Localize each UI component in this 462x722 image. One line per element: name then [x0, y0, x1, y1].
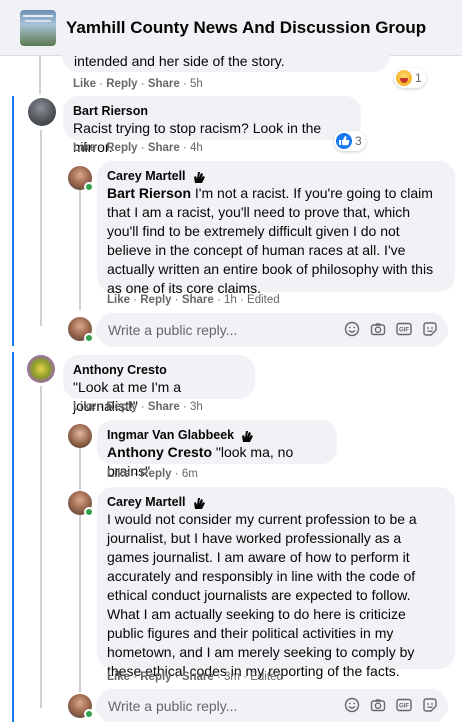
like-link[interactable]: Like	[73, 142, 96, 154]
emoji-icon[interactable]	[344, 697, 360, 713]
reaction-count: 3	[355, 134, 362, 148]
reply-input[interactable]: Write a public reply... GIF	[96, 313, 448, 347]
thread-line	[79, 190, 81, 310]
reaction-count: 1	[415, 71, 422, 85]
timestamp[interactable]: 6m	[182, 468, 198, 480]
comment-bubble: Anthony Cresto "Look at me I'm a journal…	[63, 355, 255, 414]
reply-link[interactable]: Reply	[106, 78, 137, 90]
top-fan-badge-icon[interactable]	[240, 428, 255, 443]
comment-text: Bart Rierson I'm not a racist. If you're…	[107, 184, 445, 298]
comment-bubble: Bart Rierson Racist trying to stop racis…	[63, 96, 361, 155]
share-link[interactable]: Share	[148, 142, 180, 154]
mention-link[interactable]: Anthony Cresto	[107, 444, 212, 460]
like-link[interactable]: Like	[73, 78, 96, 90]
comment-author[interactable]: Ingmar Van Glabbeek	[107, 427, 327, 443]
edited-label[interactable]: Edited	[250, 671, 283, 683]
comment-actions: Like · Reply · Share · 1h · Edited	[107, 294, 280, 306]
thread-indicator	[12, 352, 14, 722]
comment-body: I'm not a racist. If you're going to cla…	[107, 185, 434, 296]
thread-line	[79, 446, 81, 494]
mention-link[interactable]: Bart Rierson	[107, 185, 191, 201]
comment-text: I would not consider my current professi…	[107, 511, 417, 679]
edited-label[interactable]: Edited	[247, 294, 280, 306]
haha-reaction-icon	[396, 70, 412, 86]
like-link[interactable]: Like	[73, 401, 96, 413]
author-name[interactable]: Ingmar Van Glabbeek	[107, 427, 234, 443]
reaction-summary[interactable]: 3	[334, 131, 366, 151]
svg-text:GIF: GIF	[399, 328, 409, 334]
like-reaction-icon	[336, 133, 352, 149]
share-link[interactable]: Share	[148, 78, 180, 90]
gif-icon[interactable]: GIF	[396, 321, 412, 337]
avatar[interactable]	[28, 98, 56, 126]
timestamp[interactable]: 1h	[224, 294, 237, 306]
author-name[interactable]: Bart Rierson	[73, 103, 148, 119]
comment-author[interactable]: Carey Martell	[107, 168, 445, 184]
comment-actions: Like · Reply · Share · 4h	[73, 142, 203, 154]
thread-line	[40, 130, 42, 326]
reply-link[interactable]: Reply	[140, 294, 171, 306]
composer-tools: GIF	[344, 321, 438, 337]
online-status-indicator	[84, 333, 94, 343]
sticker-icon[interactable]	[422, 697, 438, 713]
timestamp[interactable]: 3h	[190, 401, 203, 413]
gif-icon[interactable]: GIF	[396, 697, 412, 713]
reply-link[interactable]: Reply	[106, 401, 137, 413]
online-status-indicator	[84, 182, 94, 192]
reply-input[interactable]: Write a public reply... GIF	[96, 689, 448, 722]
reply-link[interactable]: Reply	[106, 142, 137, 154]
emoji-icon[interactable]	[344, 321, 360, 337]
comment-bubble: Ingmar Van Glabbeek Anthony Cresto "look…	[97, 420, 337, 479]
avatar[interactable]	[27, 355, 55, 383]
thread-line	[39, 56, 41, 94]
author-name[interactable]: Carey Martell	[107, 494, 186, 510]
comment-bubble: Carey Martell Bart Rierson I'm not a rac…	[97, 161, 455, 296]
like-link[interactable]: Like	[107, 468, 130, 480]
comment-text: intended and her side of the story.	[74, 53, 285, 69]
comment-author[interactable]: Anthony Cresto	[73, 362, 245, 378]
top-fan-badge-icon[interactable]	[192, 495, 207, 510]
online-status-indicator	[84, 507, 94, 517]
camera-icon[interactable]	[370, 321, 386, 337]
author-name[interactable]: Carey Martell	[107, 168, 186, 184]
comment-bubble: Carey Martell I would not consider my cu…	[97, 487, 455, 679]
share-link[interactable]: Share	[148, 401, 180, 413]
reaction-summary[interactable]: 1	[394, 68, 426, 88]
reply-link[interactable]: Reply	[140, 468, 171, 480]
timestamp[interactable]: 4h	[190, 142, 203, 154]
online-status-indicator	[84, 709, 94, 719]
reply-link[interactable]: Reply	[140, 671, 171, 683]
composer-tools: GIF	[344, 697, 438, 713]
comment-actions: Like · Reply · Share · 3h	[73, 401, 203, 413]
thread-line	[40, 386, 42, 708]
like-link[interactable]: Like	[107, 671, 130, 683]
timestamp[interactable]: 5h	[190, 78, 203, 90]
timestamp[interactable]: 3m	[224, 671, 240, 683]
avatar[interactable]	[68, 424, 92, 448]
share-link[interactable]: Share	[182, 671, 214, 683]
comment-author[interactable]: Carey Martell	[107, 494, 445, 510]
like-link[interactable]: Like	[107, 294, 130, 306]
group-cover-thumbnail[interactable]	[20, 10, 56, 46]
camera-icon[interactable]	[370, 697, 386, 713]
author-name[interactable]: Anthony Cresto	[73, 362, 167, 378]
top-fan-badge-icon[interactable]	[192, 169, 207, 184]
thread-indicator	[12, 96, 14, 346]
reply-placeholder: Write a public reply...	[108, 322, 238, 338]
group-title[interactable]: Yamhill County News And Discussion Group	[66, 18, 426, 38]
thread-line	[79, 515, 81, 693]
comment-actions: Like · Reply · 6m	[107, 468, 198, 480]
svg-text:GIF: GIF	[399, 704, 409, 710]
reply-placeholder: Write a public reply...	[108, 698, 238, 714]
comment-actions: Like · Reply · Share · 5h	[73, 78, 203, 90]
share-link[interactable]: Share	[182, 294, 214, 306]
comment-author[interactable]: Bart Rierson	[73, 103, 351, 119]
comment-bubble: intended and her side of the story.	[62, 48, 390, 72]
comment-actions: Like · Reply · Share · 3m · Edited	[107, 671, 283, 683]
sticker-icon[interactable]	[422, 321, 438, 337]
